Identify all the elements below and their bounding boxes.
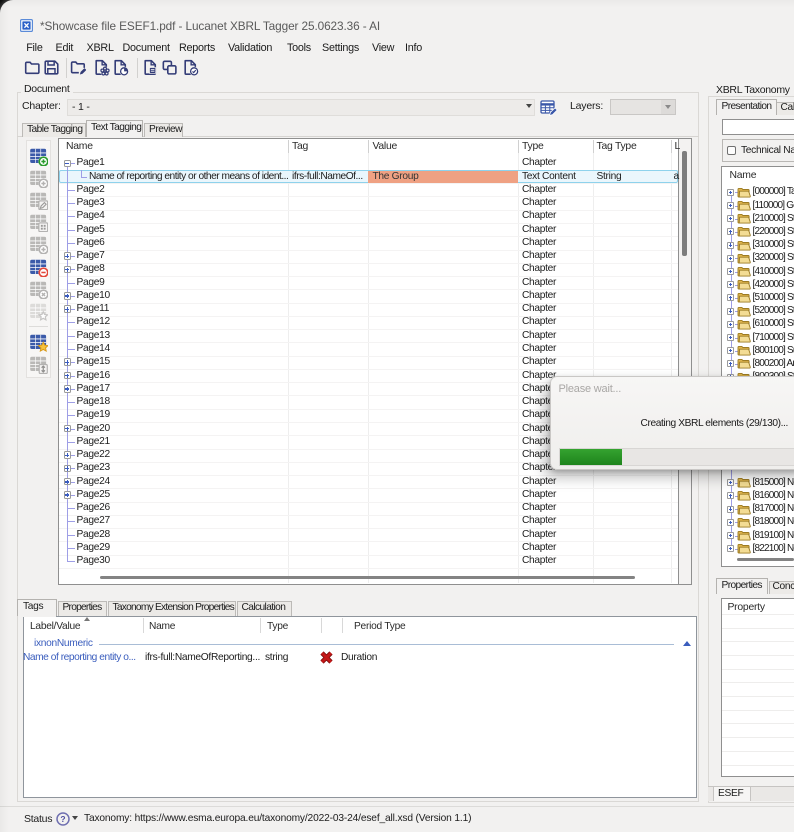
svg-text:?: ? <box>60 814 65 824</box>
